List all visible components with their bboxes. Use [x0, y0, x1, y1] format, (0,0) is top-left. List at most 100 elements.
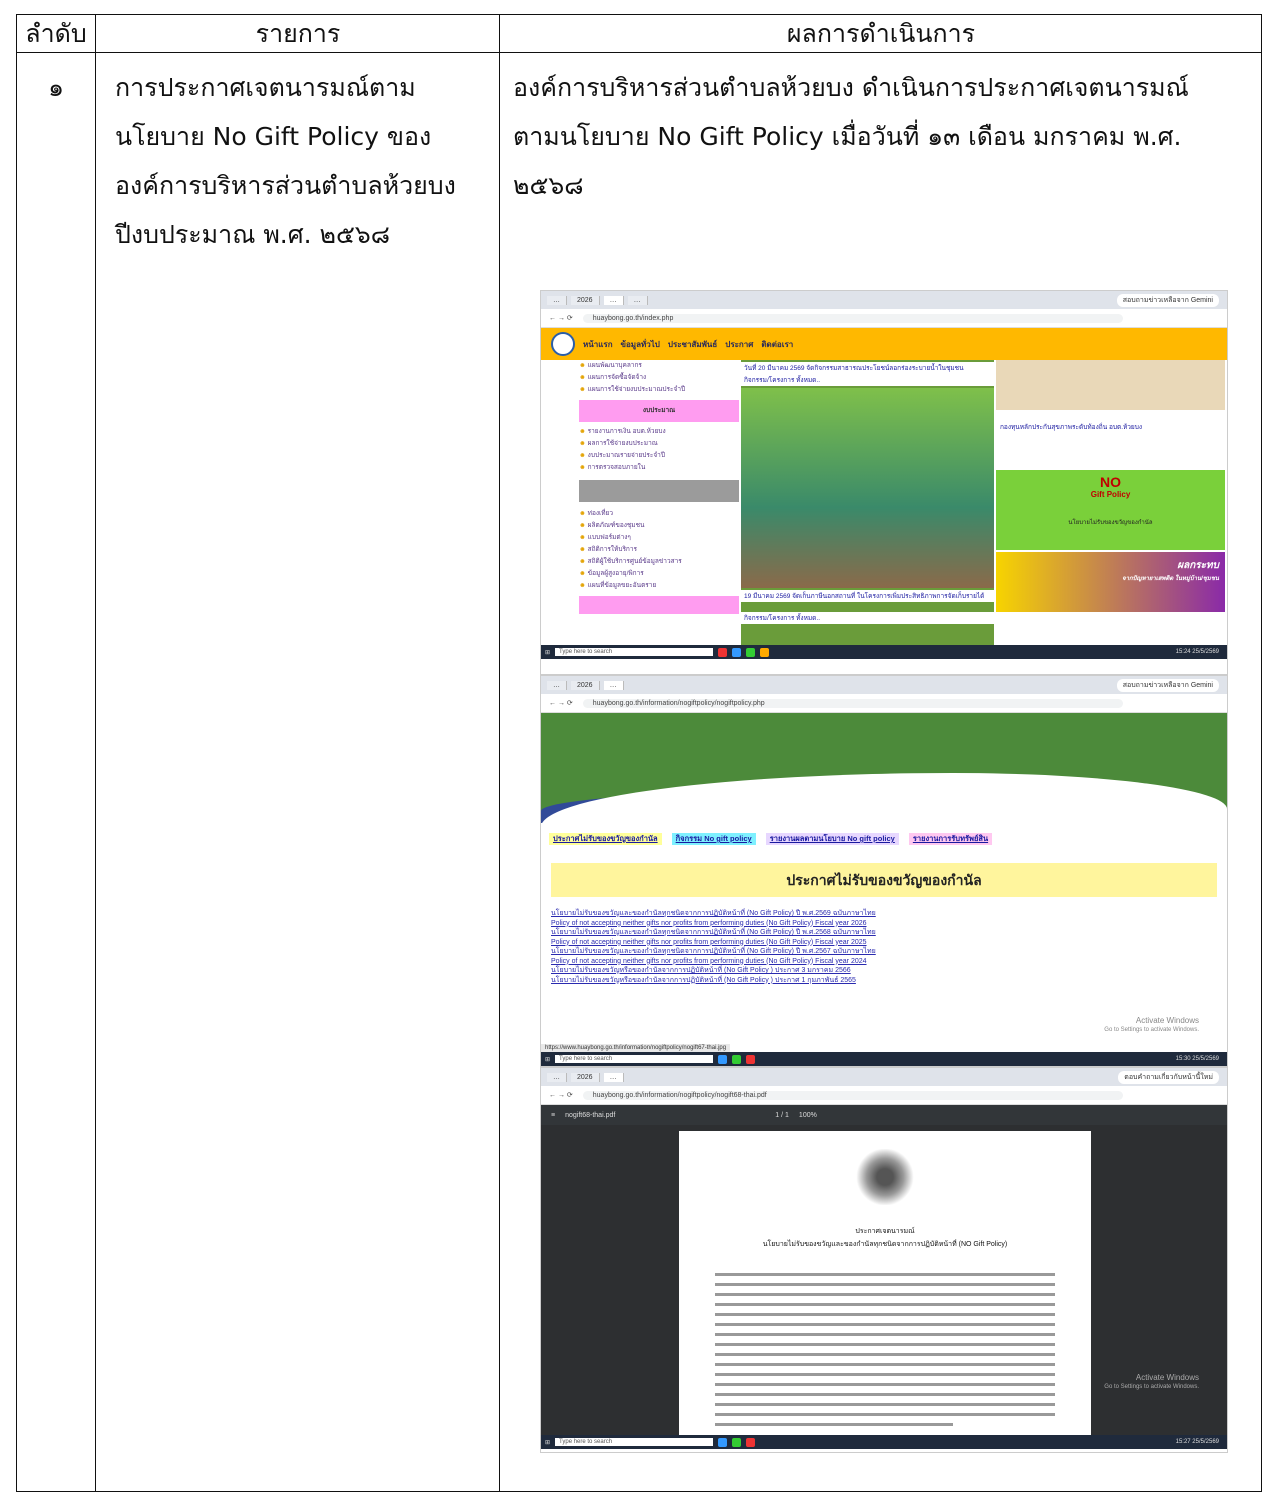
health-fund-link[interactable]: กองทุนหลักประกันสุขภาพระดับท้องถิ่น อบต.… — [1000, 422, 1221, 432]
header-divider — [17, 52, 1261, 53]
sidebar-item[interactable]: สถิติการให้บริการ — [579, 544, 739, 556]
sidebar-item[interactable]: ผลิตภัณฑ์ของชุมชน — [579, 520, 739, 532]
browser-tab[interactable]: … — [547, 295, 567, 305]
address-bar: ← → ⟳ huaybong.go.th/information/nogiftp… — [541, 694, 1227, 713]
browser-tabbar: … 2026 … ตอบคำถามเกี่ยวกับหน้านี้ใหม่ — [541, 1068, 1227, 1086]
taskbar-clock: 15:27 25/5/2569 — [1175, 1439, 1219, 1445]
activate-windows-subtitle: Go to Settings to activate Windows. — [1104, 1384, 1199, 1390]
screenshot-nogift-page: … 2026 … สอบถามข่าวเหลือจาก Gemini ← → ⟳… — [540, 675, 1228, 1067]
nogift-link[interactable]: รายงานการรับทรัพย์สิน — [908, 833, 993, 845]
browser-tab[interactable]: 2026 — [571, 680, 600, 690]
taskbar-search[interactable]: Type here to search — [555, 648, 714, 656]
browser-tab[interactable]: 2026 — [571, 1072, 600, 1082]
item-line: นโยบาย No Gift Policy ของ — [115, 122, 432, 151]
sidebar-item[interactable]: ผลการใช้จ่ายงบประมาณ — [579, 438, 739, 450]
policy-link[interactable]: Policy of not accepting neither gifts no… — [551, 938, 1217, 948]
policy-link[interactable]: Policy of not accepting neither gifts no… — [551, 957, 1217, 967]
right-banners: กองทุนหลักประกันสุขภาพระดับท้องถิ่น อบต.… — [996, 360, 1225, 645]
app-icon[interactable] — [732, 1054, 742, 1064]
app-icon[interactable] — [746, 647, 756, 657]
pdf-toolbar: ≡ nogift68-thai.pdf 1 / 1 100% — [541, 1105, 1227, 1125]
policy-link[interactable]: นโยบายไม่รับของขวัญหรือของกำนัลจากการปฏิ… — [551, 966, 1217, 976]
news-headline[interactable]: วันที่ 20 มีนาคม 2569 จัดกิจกรรมสาธารณปร… — [741, 362, 994, 374]
nav-item[interactable]: หน้าแรก — [583, 338, 613, 351]
url-field[interactable]: huaybong.go.th/information/nogiftpolicy/… — [582, 1090, 1123, 1100]
sidebar-item[interactable]: แผนการใช้จ่ายงบประมาณประจำปี — [579, 384, 739, 396]
taskbar-search[interactable]: Type here to search — [555, 1055, 714, 1063]
sidebar-heading: งบประมาณ — [579, 400, 739, 422]
drug-poster[interactable]: ผลกระทบ จากปัญหายาเสพติด ในหมู่บ้าน/ชุมช… — [996, 552, 1225, 612]
sidebar-item[interactable]: งบประมาณรายจ่ายประจำปี — [579, 450, 739, 462]
nav-arrows-icon[interactable]: ← → ⟳ — [549, 314, 573, 322]
column-divider — [499, 15, 500, 1491]
no-gift-title: NO — [1100, 474, 1121, 490]
windows-start-icon[interactable]: ⊞ — [545, 1439, 550, 1446]
browser-tab[interactable]: … — [627, 295, 648, 305]
banner-image — [996, 360, 1225, 410]
gemini-button[interactable]: ตอบคำถามเกี่ยวกับหน้านี้ใหม่ — [1118, 1070, 1219, 1084]
poster-subtitle: จากปัญหายาเสพติด ในหมู่บ้าน/ชุมชน — [1122, 576, 1219, 582]
windows-taskbar: ⊞ Type here to search 15:30 25/5/2569 — [541, 1052, 1227, 1066]
pdf-page: ประกาศเจตนารมณ์ นโยบายไม่รับของขวัญและขอ… — [679, 1131, 1091, 1435]
browser-tab[interactable]: … — [603, 295, 624, 305]
row-number: ๑ — [48, 73, 64, 102]
gemini-button[interactable]: สอบถามข่าวเหลือจาก Gemini — [1116, 293, 1219, 307]
browser-tab[interactable]: … — [547, 1072, 567, 1082]
sidebar-item[interactable]: ท่องเที่ยว — [579, 508, 739, 520]
news-link[interactable]: กิจกรรม/โครงการ ทั้งหมด.. — [741, 374, 994, 386]
nogift-link[interactable]: ประกาศไม่รับของขวัญของกำนัล — [549, 833, 662, 845]
nav-item[interactable]: ประกาศ — [725, 338, 753, 351]
news-headline[interactable]: 19 มีนาคม 2569 จัดเก็บภาษีนอกสถานที่ ในโ… — [741, 590, 994, 602]
app-icon[interactable] — [718, 1054, 728, 1064]
sidebar-item[interactable]: แบบฟอร์มต่างๆ — [579, 532, 739, 544]
nav-item[interactable]: ข้อมูลทั่วไป — [621, 338, 660, 351]
sidebar-item[interactable]: ข้อมูลผู้สูงอายุ/พิการ — [579, 568, 739, 580]
windows-start-icon[interactable]: ⊞ — [545, 649, 550, 656]
sidebar-item[interactable]: แผนพัฒนาบุคลากร — [579, 360, 739, 372]
no-gift-banner[interactable]: NO Gift Policy นโยบายไม่รับของขวัญของกำน… — [996, 470, 1225, 550]
policy-link[interactable]: Policy of not accepting neither gifts no… — [551, 919, 1217, 929]
taskbar-search[interactable]: Type here to search — [555, 1438, 714, 1446]
nogift-link[interactable]: กิจกรรม No gift policy — [671, 833, 756, 845]
app-icon[interactable] — [718, 647, 728, 657]
sidebar-item[interactable]: รายงานการเงิน อบต.ห้วยบง — [579, 426, 739, 438]
nav-arrows-icon[interactable]: ← → ⟳ — [549, 699, 573, 707]
url-field[interactable]: huaybong.go.th/index.php — [582, 313, 1123, 323]
app-icon[interactable] — [732, 647, 742, 657]
doc-paragraph — [715, 1266, 1055, 1433]
menu-icon[interactable]: ≡ — [551, 1112, 555, 1119]
browser-tab[interactable]: 2026 — [571, 295, 600, 305]
nav-item[interactable]: ประชาสัมพันธ์ — [668, 338, 717, 351]
policy-link[interactable]: นโยบายไม่รับของขวัญและของกำนัลทุกชนิดจาก… — [551, 928, 1217, 938]
app-icon[interactable] — [718, 1437, 728, 1447]
policy-link[interactable]: นโยบายไม่รับของขวัญหรือของกำนัลจากการปฏิ… — [551, 976, 1217, 986]
sidebar-item[interactable]: แผนที่ข้อมูลขยะอันตราย — [579, 580, 739, 592]
pdf-page-indicator[interactable]: 1 / 1 — [775, 1112, 789, 1119]
browser-tab[interactable]: … — [603, 680, 624, 690]
doc-title: ประกาศเจตนารมณ์ — [855, 1228, 915, 1235]
no-gift-subtitle: Gift Policy — [1090, 490, 1131, 499]
news-link[interactable]: กิจกรรม/โครงการ ทั้งหมด.. — [741, 612, 994, 624]
url-field[interactable]: huaybong.go.th/information/nogiftpolicy/… — [582, 698, 1123, 708]
gemini-button[interactable]: สอบถามข่าวเหลือจาก Gemini — [1116, 678, 1219, 692]
policy-link[interactable]: นโยบายไม่รับของขวัญและของกำนัลทุกชนิดจาก… — [551, 909, 1217, 919]
windows-start-icon[interactable]: ⊞ — [545, 1056, 550, 1063]
item-line: องค์การบริหารส่วนตำบลห้วยบง — [115, 171, 456, 200]
app-icon[interactable] — [732, 1437, 742, 1447]
pdf-zoom[interactable]: 100% — [799, 1112, 817, 1119]
app-icon[interactable] — [746, 1054, 756, 1064]
garuda-emblem — [855, 1149, 915, 1205]
sidebar-item[interactable]: การตรวจสอบภายใน — [579, 462, 739, 474]
nav-arrows-icon[interactable]: ← → ⟳ — [549, 1091, 573, 1099]
app-icon[interactable] — [760, 647, 770, 657]
nogift-link[interactable]: รายงานผลตามนโยบาย No gift policy — [765, 833, 899, 845]
app-icon[interactable] — [746, 1437, 756, 1447]
browser-tab[interactable]: … — [547, 680, 567, 690]
nav-item[interactable]: ติดต่อเรา — [761, 338, 793, 351]
windows-taskbar: ⊞ Type here to search 15:27 25/5/2569 — [541, 1435, 1227, 1449]
policy-link[interactable]: นโยบายไม่รับของขวัญและของกำนัลทุกชนิดจาก… — [551, 947, 1217, 957]
sidebar-item[interactable]: แผนการจัดซื้อจัดจ้าง — [579, 372, 739, 384]
address-bar: ← → ⟳ huaybong.go.th/information/nogiftp… — [541, 1086, 1227, 1105]
sidebar-item[interactable]: สถิติผู้ใช้บริการศูนย์ข้อมูลข่าวสาร — [579, 556, 739, 568]
browser-tab[interactable]: … — [603, 1072, 624, 1082]
